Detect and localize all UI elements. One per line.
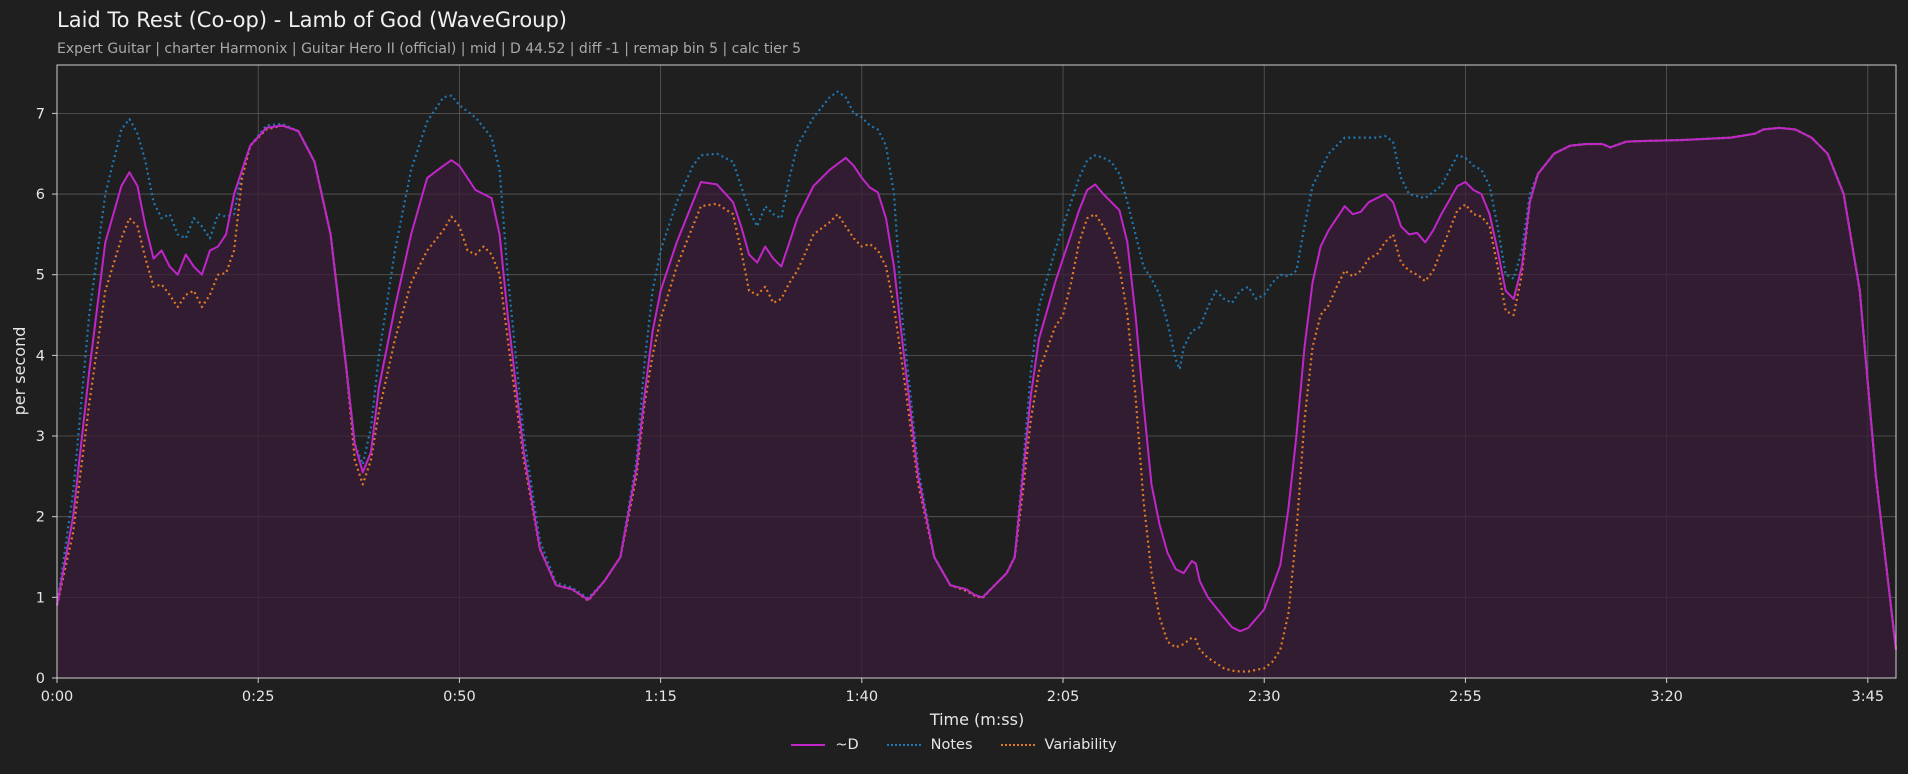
legend-label: Variability [1044, 737, 1117, 753]
y-tick-label: 1 [36, 590, 45, 606]
y-tick-label: 6 [36, 187, 45, 203]
x-tick-label: 1:15 [644, 689, 677, 705]
x-tick-label: 1:40 [846, 689, 879, 705]
legend-item: Notes [886, 737, 973, 753]
x-tick-label: 3:45 [1852, 689, 1885, 705]
x-tick-label: 0:50 [443, 689, 476, 705]
x-tick-label: 3:20 [1650, 689, 1683, 705]
x-tick-label: 2:55 [1449, 689, 1482, 705]
x-tick-label: 0:00 [41, 689, 74, 705]
legend-swatch [1000, 744, 1035, 746]
y-tick-label: 4 [36, 348, 45, 364]
x-axis-label: Time (m:ss) [929, 710, 1024, 729]
x-tick-label: 2:05 [1047, 689, 1080, 705]
y-tick-label: 3 [36, 429, 45, 445]
x-tick-label: 0:25 [242, 689, 275, 705]
y-tick-label: 2 [36, 510, 45, 526]
y-tick-label: 5 [36, 268, 45, 284]
legend-swatch [886, 744, 921, 746]
chart-legend: ~D Notes Variability [0, 737, 1908, 753]
legend-item: ~D [791, 737, 859, 753]
chart-canvas: 0:00 0:25 0:50 1:15 1:40 2:05 2:30 2:55 3:20 3:45… [10, 64, 1898, 729]
y-tick-label: 0 [36, 671, 45, 687]
legend-swatch [791, 744, 826, 746]
y-axis-label: per second [10, 327, 29, 416]
legend-item: Variability [1000, 737, 1117, 753]
y-tick-label: 7 [36, 106, 45, 122]
legend-label: ~D [835, 737, 859, 753]
legend-label: Notes [930, 737, 973, 753]
x-tick-label: 2:30 [1248, 689, 1281, 705]
